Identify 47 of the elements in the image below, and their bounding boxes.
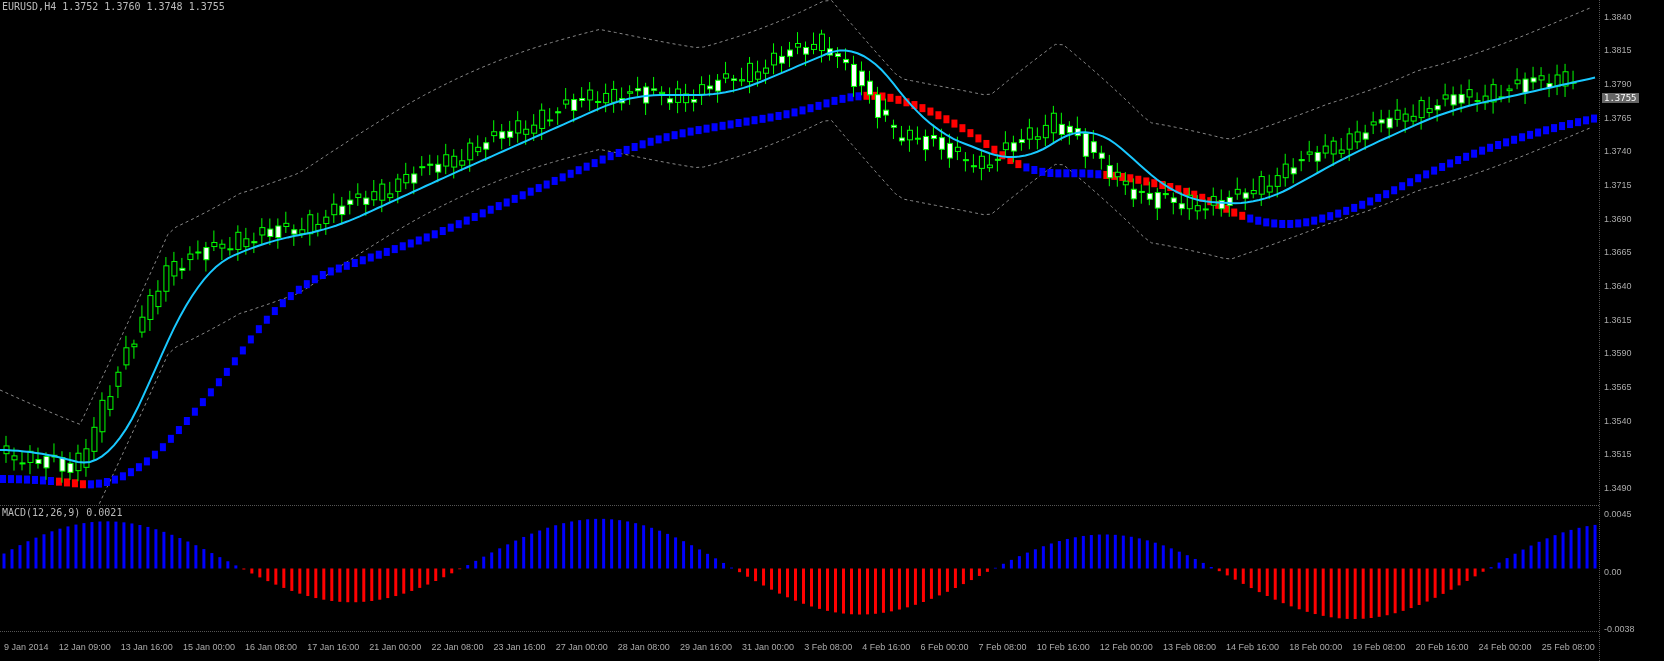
time-axis-label: 29 Jan 16:00 <box>679 641 732 652</box>
indicator-axis-label: 0.0045 <box>1604 509 1633 519</box>
time-axis-label: 10 Feb 16:00 <box>1036 641 1090 652</box>
time-axis-label: 27 Jan 00:00 <box>555 641 608 652</box>
chart-title: EURUSD,H4 1.3752 1.3760 1.3748 1.3755 <box>2 1 225 12</box>
time-axis-label: 14 Feb 16:00 <box>1226 641 1280 652</box>
time-axis-label: 12 Feb 00:00 <box>1099 641 1153 652</box>
price-axis-label: 1.3790 <box>1604 79 1633 90</box>
time-axis-label: 13 Feb 08:00 <box>1162 641 1216 652</box>
price-axis-label: 1.3590 <box>1604 348 1633 359</box>
time-axis-label: 23 Jan 16:00 <box>493 641 546 652</box>
time-axis-label: 24 Feb 00:00 <box>1478 641 1532 652</box>
price-axis-label: 1.3615 <box>1604 314 1633 325</box>
time-axis-label: 4 Feb 16:00 <box>862 641 911 652</box>
time-axis-label: 15 Jan 00:00 <box>182 641 235 652</box>
time-axis-label: 20 Feb 16:00 <box>1415 641 1469 652</box>
time-axis-label: 28 Jan 08:00 <box>617 641 670 652</box>
price-axis-label: 1.3540 <box>1604 415 1633 426</box>
price-axis-label: 1.3740 <box>1604 146 1633 157</box>
indicator-axis-label: 0.00 <box>1604 566 1623 577</box>
time-axis-label: 18 Feb 00:00 <box>1289 641 1343 652</box>
time-axis-label: 3 Feb 08:00 <box>804 641 853 652</box>
price-axis-label: 1.3690 <box>1604 213 1633 224</box>
indicator-axis-label: -0.0038 <box>1604 624 1636 634</box>
price-axis-label: 1.3665 <box>1604 247 1633 258</box>
time-axis-label: 31 Jan 00:00 <box>742 641 795 652</box>
time-axis-label: 19 Feb 08:00 <box>1352 641 1406 652</box>
price-axis-label: 1.3640 <box>1604 281 1633 292</box>
time-axis-label: 21 Jan 00:00 <box>369 641 422 652</box>
indicator-label: MACD(12,26,9) 0.0021 <box>2 507 123 518</box>
price-axis-label: 1.3765 <box>1604 112 1633 123</box>
time-axis-label: 16 Jan 08:00 <box>245 641 298 652</box>
time-axis-label: 17 Jan 16:00 <box>307 641 360 652</box>
price-axis-label: 1.3515 <box>1604 449 1633 460</box>
time-axis-label: 22 Jan 08:00 <box>431 641 484 652</box>
current-price-label: 1.3755 <box>1602 93 1639 103</box>
time-axis-label: 25 Feb 08:00 <box>1541 641 1595 652</box>
time-axis-label: 12 Jan 09:00 <box>58 641 111 652</box>
time-axis-label: 7 Feb 08:00 <box>978 641 1027 652</box>
price-axis-label: 1.3490 <box>1604 483 1633 493</box>
price-axis-label: 1.3715 <box>1604 180 1633 191</box>
price-axis-label: 1.3840 <box>1604 11 1633 22</box>
time-axis-label: 9 Jan 2014 <box>4 641 49 652</box>
time-axis-label: 6 Feb 00:00 <box>920 641 969 652</box>
time-axis-label: 13 Jan 16:00 <box>120 641 173 652</box>
price-axis-label: 1.3565 <box>1604 382 1633 393</box>
price-axis-label: 1.3815 <box>1604 45 1633 56</box>
